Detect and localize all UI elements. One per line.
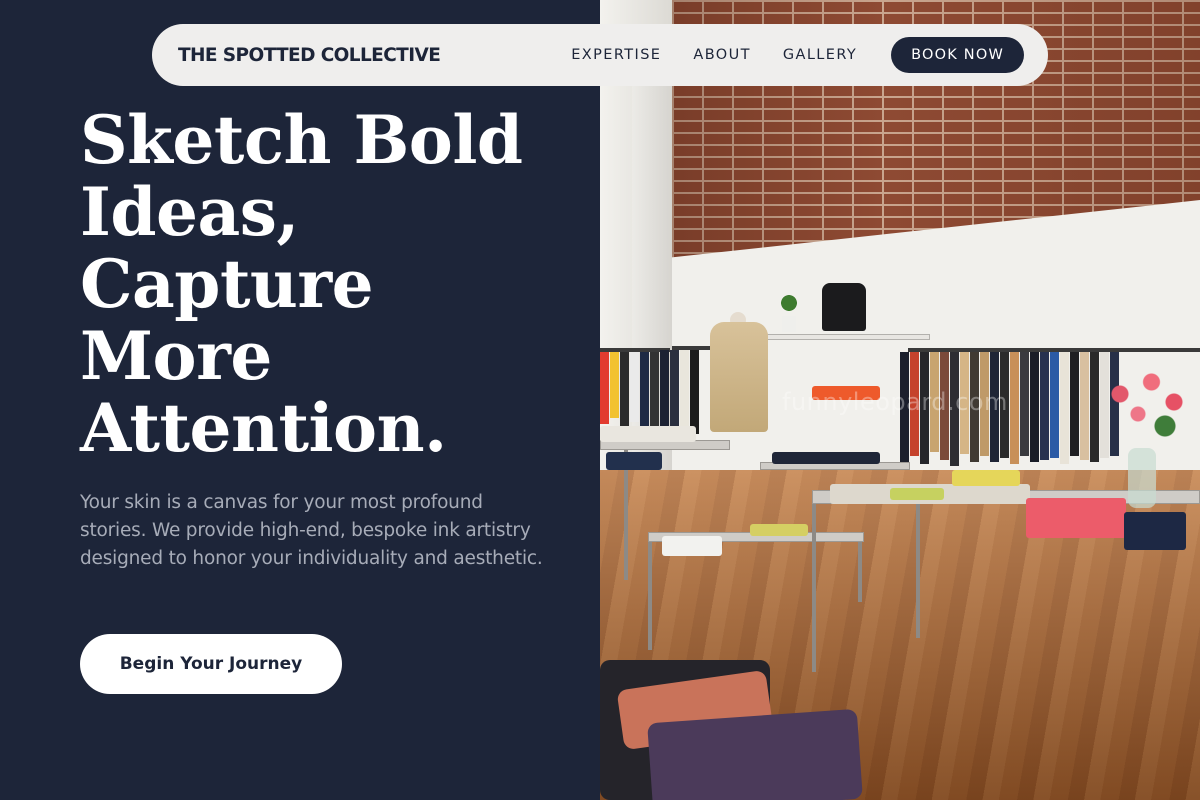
photo-foreground-fabric xyxy=(647,708,863,800)
store-photo: funnyleopard.com xyxy=(600,0,1200,800)
photo-rack-left xyxy=(600,352,659,432)
photo-folded-stack xyxy=(606,452,662,470)
nav-link-about[interactable]: ABOUT xyxy=(693,47,751,63)
photo-folded-stack xyxy=(952,470,1020,486)
photo-folded-stack xyxy=(772,452,880,464)
photo-table-leg xyxy=(858,542,862,602)
photo-table-leg xyxy=(916,504,920,638)
nav-links: EXPERTISE ABOUT GALLERY BOOK NOW xyxy=(571,37,1024,73)
nav-link-expertise[interactable]: EXPERTISE xyxy=(571,47,661,63)
photo-pot xyxy=(782,316,796,332)
photo-mannequin xyxy=(710,322,768,432)
nav-link-gallery[interactable]: GALLERY xyxy=(783,47,857,63)
photo-folded-stack xyxy=(1026,498,1126,538)
photo-folded-stack xyxy=(600,426,696,442)
headline-line: More xyxy=(80,317,272,395)
photo-backpack xyxy=(822,283,866,331)
photo-rack-mid xyxy=(660,350,699,438)
photo-vase xyxy=(1128,448,1156,508)
brand-logo[interactable]: THE SPOTTED COLLECTIVE xyxy=(178,45,441,66)
headline-line: Capture xyxy=(80,245,374,323)
begin-journey-button[interactable]: Begin Your Journey xyxy=(80,634,342,694)
photo-plant xyxy=(778,292,800,314)
hero-headline: Sketch Bold Ideas, Capture More Attentio… xyxy=(80,104,580,464)
photo-watermark: funnyleopard.com xyxy=(782,388,1008,416)
headline-line: Attention. xyxy=(80,389,447,467)
photo-top-shelf xyxy=(765,334,930,340)
hero-intro-text: Your skin is a canvas for your most prof… xyxy=(80,492,543,569)
photo-sneakers xyxy=(662,536,722,556)
headline-line: Ideas, xyxy=(80,173,299,251)
photo-table-leg xyxy=(812,504,816,672)
photo-flowers xyxy=(1102,370,1192,450)
top-navbar: THE SPOTTED COLLECTIVE EXPERTISE ABOUT G… xyxy=(152,24,1048,86)
photo-folded-stack xyxy=(890,488,944,500)
photo-folded-stack xyxy=(750,524,808,536)
photo-table-leg xyxy=(648,542,652,650)
book-now-button[interactable]: BOOK NOW xyxy=(891,37,1024,73)
photo-folded-stack xyxy=(1124,512,1186,550)
headline-line: Sketch Bold xyxy=(80,101,523,179)
